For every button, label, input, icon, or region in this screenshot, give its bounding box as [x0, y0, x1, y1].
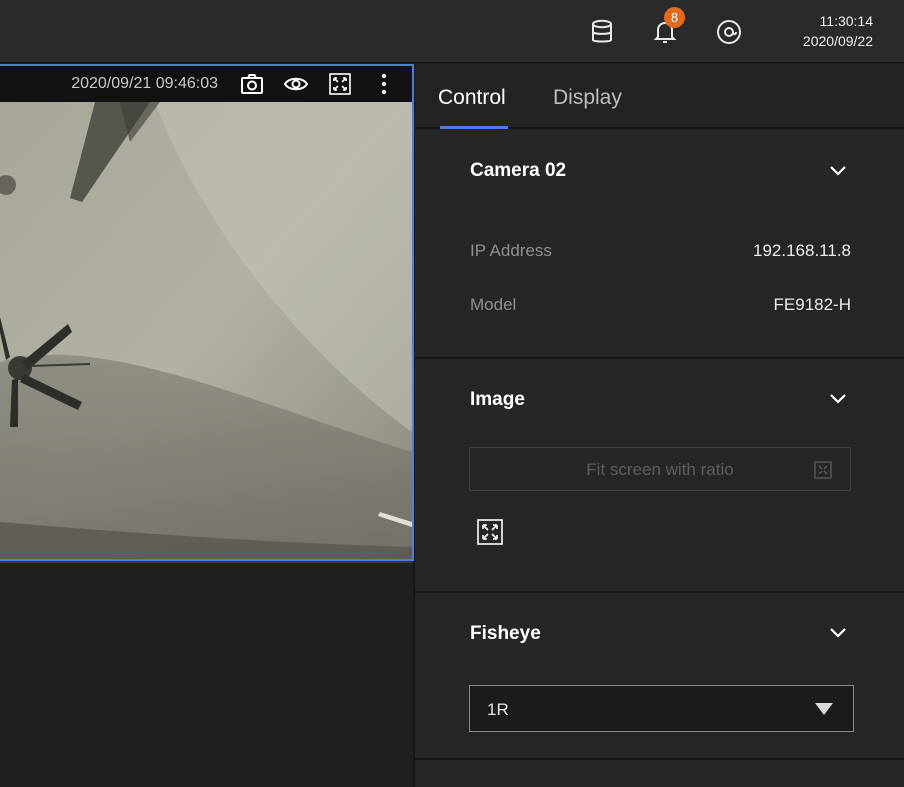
viewport-timestamp: 2020/09/21 09:46:03 — [71, 75, 218, 92]
model-label: Model — [470, 295, 517, 314]
more-button[interactable] — [370, 70, 398, 98]
camera-icon — [241, 74, 263, 94]
fullscreen-button[interactable] — [326, 70, 354, 98]
more-vertical-icon — [381, 73, 387, 95]
user-icon[interactable] — [716, 19, 742, 45]
empty-video-cell[interactable] — [0, 561, 413, 787]
dropdown-arrow-icon — [815, 703, 833, 715]
fit-screen-icon — [329, 73, 351, 95]
fisheye-mode-select[interactable]: 1R — [469, 685, 854, 732]
eye-icon — [284, 77, 308, 91]
image-section-title: Image — [470, 389, 525, 410]
tab-control[interactable]: Control — [438, 86, 506, 110]
notification-badge: 8 — [664, 7, 685, 28]
fisheye-section-title: Fisheye — [470, 623, 541, 644]
fit-screen-field[interactable]: Fit screen with ratio — [469, 447, 851, 491]
panel-tabs: Control Display — [415, 64, 904, 129]
camera-section-title: Camera 02 — [470, 160, 567, 181]
fisheye-section: Fisheye 1R — [415, 593, 904, 760]
fisheye-mode-value: 1R — [487, 700, 509, 719]
clock-date: 2020/09/22 — [802, 33, 873, 49]
clock: 11:30:14 2020/09/22 — [803, 11, 873, 51]
chevron-down-icon[interactable] — [827, 387, 849, 409]
snapshot-button[interactable] — [238, 70, 266, 98]
viewport-toolbar: 2020/09/21 09:46:03 — [0, 66, 412, 102]
image-section: Image Fit screen with ratio — [415, 359, 904, 593]
control-panel: Control Display Camera 02 IP Address 192… — [415, 64, 904, 787]
database-icon[interactable] — [589, 19, 615, 45]
ip-address-label: IP Address — [470, 241, 552, 260]
active-tab-indicator — [440, 126, 508, 129]
fit-screen-placeholder: Fit screen with ratio — [586, 460, 734, 479]
top-bar: 8 11:30:14 2020/09/22 — [0, 0, 904, 63]
chevron-down-icon[interactable] — [827, 621, 849, 643]
chevron-down-icon[interactable] — [827, 159, 849, 181]
model-value: FE9182-H — [773, 295, 851, 314]
view-button[interactable] — [282, 70, 310, 98]
expand-icon[interactable] — [477, 519, 503, 545]
ip-address-value: 192.168.11.8 — [753, 241, 851, 260]
camera-feed-image — [0, 102, 412, 559]
clock-time: 11:30:14 — [819, 13, 873, 29]
notifications-button[interactable]: 8 — [652, 7, 685, 45]
camera-viewport[interactable]: 2020/09/21 09:46:03 — [0, 64, 414, 561]
tab-display[interactable]: Display — [553, 86, 622, 110]
camera-section: Camera 02 IP Address 192.168.11.8 Model … — [415, 130, 904, 359]
fit-screen-icon — [814, 461, 832, 479]
